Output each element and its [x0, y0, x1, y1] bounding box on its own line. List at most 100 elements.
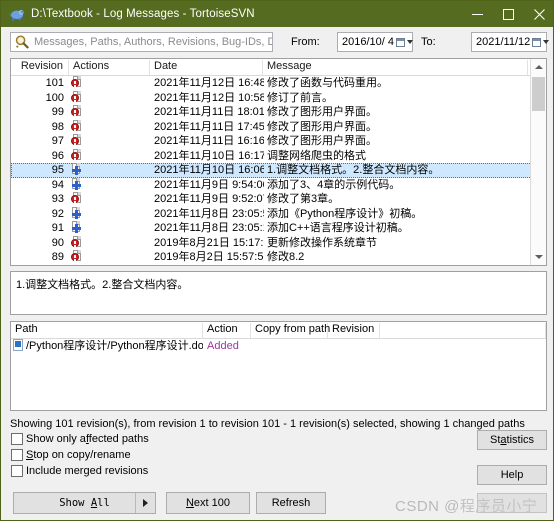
changed-paths-table[interactable]: Path Action Copy from path Revision /Pyt… [10, 321, 547, 411]
checkbox-stop-on-copy-rename[interactable]: Stop on copy/rename [11, 449, 131, 461]
added-icon [71, 264, 84, 265]
checkbox-include-merged-revisions[interactable]: Include merged revisions [11, 465, 148, 477]
checkbox-box[interactable] [11, 433, 23, 445]
search-input[interactable]: Messages, Paths, Authors, Revisions, Bug… [10, 32, 273, 52]
table-row[interactable]: 97 2021年11月11日 16:16:15修改了图形用户界面。 [11, 134, 546, 149]
cell-message: 添加文科大学计算机教材第1版。 [267, 265, 525, 266]
table-row[interactable]: 94 2021年11月9日 9:54:00 添加了3、4章的示例代码。 [11, 177, 546, 193]
filter-toolbar: Messages, Paths, Authors, Revisions, Bug… [1, 27, 553, 58]
column-header-revision[interactable]: Revision [11, 60, 69, 75]
chevron-down-icon [406, 40, 413, 44]
cell-date: 2021年11月11日 18:01:03 [154, 106, 264, 118]
refresh-button[interactable]: Refresh [256, 492, 326, 514]
cell-message: 添加C++语言程序设计初稿。 [267, 222, 409, 234]
table-row[interactable]: 91 2021年11月8日 23:05:15 添加C++语言程序设计初稿。 [11, 221, 546, 236]
statistics-button-label: Statistics [489, 434, 535, 446]
table-row[interactable]: 93 2021年11月9日 9:52:07 修改了第3章。 [11, 192, 546, 207]
cell-date: 2021年11月11日 17:45:21 [154, 120, 264, 133]
checkbox-label: Show only affected paths [26, 433, 149, 445]
from-date-picker[interactable]: 2016/10/ 4 [337, 32, 413, 52]
cell-message: 修改8.2 [267, 251, 305, 263]
cell-revision: 94 [51, 178, 64, 191]
revision-table-header: Revision Actions Date Message [11, 59, 546, 76]
cell-date: 2019年8月2日 15:57:50 [154, 251, 264, 263]
cell-revision: 98 [51, 120, 64, 133]
column-header-revision[interactable]: Revision [328, 323, 380, 338]
cell-message: 修改了第3章。 [267, 193, 340, 205]
next-100-button-label: Next 100 [185, 497, 231, 509]
path-row[interactable]: /Python程序设计/Python程序设计.docx Added [11, 339, 546, 354]
cell-date: 2021年11月11日 16:16:15 [154, 135, 264, 147]
help-button[interactable]: Help [477, 465, 547, 485]
path-table-header: Path Action Copy from path Revision [11, 322, 546, 339]
close-button[interactable] [524, 1, 553, 27]
modified-icon [71, 134, 84, 147]
show-all-dropdown-arrow[interactable] [135, 493, 155, 513]
cell-revision: 96 [51, 149, 64, 162]
table-row[interactable]: 95 2021年11月10日 16:06:251.调整文档格式。2.整合文档内容。 [11, 163, 546, 178]
next-100-button[interactable]: Next 100 [166, 492, 250, 514]
column-header-message[interactable]: Message [263, 60, 528, 75]
table-row[interactable]: 100 2021年11月12日 10:58:06修订了前言。 [11, 90, 546, 106]
word-document-icon [13, 339, 24, 351]
cell-date: 2021年11月9日 9:54:00 [154, 178, 264, 191]
column-header-actions[interactable]: Actions [69, 60, 150, 75]
cell-action [71, 163, 146, 178]
column-header-path[interactable]: Path [11, 323, 203, 338]
window-controls [462, 1, 553, 27]
cell-message: 1.调整文档格式。2.整合文档内容。 [267, 164, 440, 176]
cell-message: 调整网络爬虫的格式 [267, 149, 366, 162]
modified-icon [71, 90, 84, 104]
from-calendar-dropdown-icon[interactable] [394, 33, 414, 51]
cell-action [71, 134, 146, 149]
revision-log-table[interactable]: Revision Actions Date Message 101 2021年11… [10, 58, 547, 266]
cell-revision: 97 [51, 135, 64, 147]
checkbox-box[interactable] [11, 449, 23, 461]
to-date-picker[interactable]: 2021/11/12 [471, 32, 550, 52]
table-row[interactable]: 96 2021年11月10日 16:17:26调整网络爬虫的格式 [11, 148, 546, 164]
scroll-down-icon[interactable] [531, 249, 546, 265]
cell-date: 2019年8月21日 15:17:37 [154, 236, 264, 249]
to-label: To: [421, 36, 436, 48]
commit-message-pane[interactable]: 1.调整文档格式。2.整合文档内容。 [10, 271, 547, 315]
added-icon [71, 177, 84, 191]
column-header-action[interactable]: Action [203, 323, 251, 338]
maximize-button[interactable] [493, 1, 524, 27]
cell-action [71, 90, 146, 106]
cell-message: 修改了图形用户界面。 [267, 106, 377, 118]
show-all-button[interactable]: Show All [13, 492, 156, 514]
table-row[interactable]: 98 2021年11月11日 17:45:21修改了图形用户界面。 [11, 119, 546, 135]
table-row[interactable]: 99 2021年11月11日 18:01:03修改了图形用户界面。 [11, 105, 546, 120]
cell-action [71, 148, 146, 164]
cell-revision: 100 [45, 91, 64, 104]
table-row[interactable]: 90 2019年8月21日 15:17:37 更新修改操作系统章节 [11, 235, 546, 251]
cell-date: 2019年7月31日 15:45:38 [154, 265, 264, 266]
column-header-copy-from-path[interactable]: Copy from path [251, 323, 330, 338]
scroll-up-icon[interactable] [531, 59, 546, 75]
minimize-button[interactable] [462, 1, 493, 27]
scrollbar-thumb[interactable] [532, 77, 545, 111]
checkbox-show-only-affected-paths[interactable]: Show only affected paths [11, 433, 149, 445]
table-row[interactable]: 88 2019年7月31日 15:45:38添加文科大学计算机教材第1版。 [11, 264, 546, 266]
table-row[interactable]: 101 2021年11月12日 16:48:49修改了函数与代码重用。 [11, 76, 546, 91]
table-row[interactable]: 89 2019年8月2日 15:57:50 修改8.2 [11, 250, 546, 265]
cell-revision: 91 [51, 222, 64, 234]
obscured-button[interactable] [477, 493, 547, 513]
cell-action [71, 105, 146, 120]
cell-date: 2021年11月10日 16:17:26 [154, 149, 264, 162]
cell-message: 修改了图形用户界面。 [267, 120, 377, 133]
to-calendar-dropdown-icon[interactable] [530, 33, 550, 51]
checkbox-box[interactable] [11, 465, 23, 477]
table-row[interactable]: 92 2021年11月8日 23:05:52 添加《Python程序设计》初稿。 [11, 206, 546, 222]
revision-table-body: 101 2021年11月12日 16:48:49修改了函数与代码重用。 100 202… [11, 76, 546, 266]
revision-table-scrollbar[interactable] [530, 59, 546, 265]
status-text: Showing 101 revision(s), from revision 1… [10, 418, 525, 430]
cell-action [71, 221, 146, 236]
calendar-icon [531, 37, 541, 47]
cell-action [71, 76, 146, 91]
column-header-filler [380, 323, 546, 338]
chevron-right-icon [143, 499, 148, 507]
search-placeholder-text: Messages, Paths, Authors, Revisions, Bug… [34, 36, 272, 48]
statistics-button[interactable]: Statistics [477, 430, 547, 450]
column-header-date[interactable]: Date [150, 60, 263, 75]
